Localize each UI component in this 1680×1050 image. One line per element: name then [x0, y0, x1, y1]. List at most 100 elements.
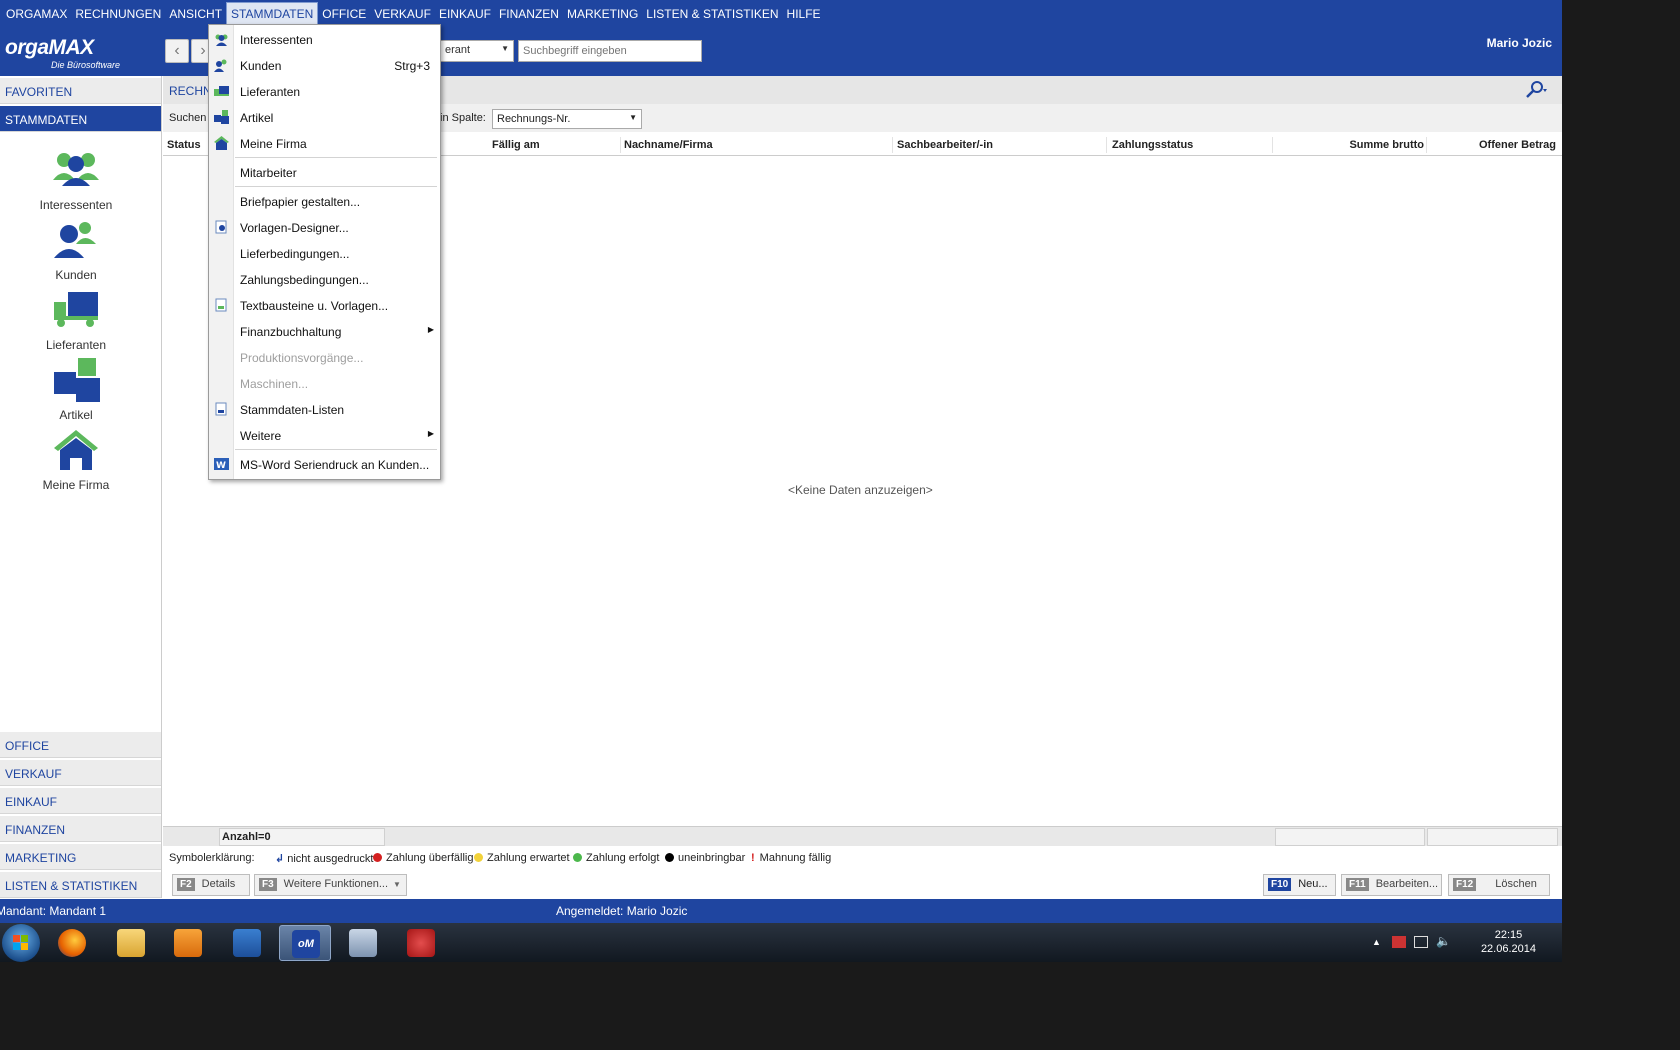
sidebar-section-marketing[interactable]: MARKETING — [0, 844, 161, 870]
more-functions-button[interactable]: F3 Weitere Funktionen... ▼ — [254, 874, 407, 896]
menu-item-zahlungsbedingungen[interactable]: Zahlungsbedingungen... — [209, 266, 440, 292]
search-scope-value: erant — [445, 44, 471, 56]
menu-orgamax[interactable]: ORGAMAX — [2, 3, 71, 25]
sidebar-section-favoriten[interactable]: FAVORITEN — [0, 78, 161, 104]
delete-button[interactable]: F12 Löschen — [1448, 874, 1550, 896]
menu-stammdaten[interactable]: STAMMDATEN — [226, 2, 319, 26]
menu-rechnungen[interactable]: RECHNUNGEN — [71, 3, 165, 25]
sidebar-section-stammdaten[interactable]: STAMMDATEN — [0, 106, 161, 132]
search-input[interactable] — [518, 40, 702, 62]
menu-verkauf[interactable]: VERKAUF — [370, 3, 435, 25]
menu-item-stammdaten-listen[interactable]: Stammdaten-Listen — [209, 396, 440, 422]
calculator-icon — [349, 929, 377, 957]
back-button[interactable]: ‹ — [165, 39, 189, 63]
red-dot-icon — [373, 853, 382, 862]
sidebar-section-einkauf[interactable]: EINKAUF — [0, 788, 161, 814]
column-header-nachname[interactable]: Nachname/Firma — [624, 139, 713, 151]
column-label: in Spalte: — [440, 112, 486, 124]
legend-item: Zahlung überfällig — [373, 852, 473, 864]
taskbar-orgamax[interactable]: oM — [279, 925, 331, 961]
taskbar-firefox[interactable] — [46, 925, 98, 961]
column-header-sachbearbeiter[interactable]: Sachbearbeiter/-in — [897, 139, 993, 151]
menu-finanzen[interactable]: FINANZEN — [495, 3, 563, 25]
column-header-summe-brutto[interactable]: Summe brutto — [1349, 139, 1424, 151]
menu-item-label: Zahlungsbedingungen... — [240, 273, 369, 287]
stammdaten-dropdown-menu: Interessenten Kunden Strg+3 Lieferanten … — [208, 24, 441, 480]
volume-icon[interactable]: 🔈 — [1436, 934, 1451, 948]
sidebar-section-listen-statistiken[interactable]: LISTEN & STATISTIKEN — [0, 872, 161, 898]
button-label: Löschen — [1495, 878, 1537, 890]
menu-item-kunden[interactable]: Kunden Strg+3 — [209, 52, 440, 78]
menu-item-briefpapier[interactable]: Briefpapier gestalten... — [209, 188, 440, 214]
menu-item-produktionsvorgaenge: Produktionsvorgänge... — [209, 344, 440, 370]
shortcut-key: F10 — [1268, 878, 1292, 891]
user-name: Mario Jozic — [1486, 36, 1552, 50]
menu-item-mitarbeiter[interactable]: Mitarbeiter — [209, 159, 440, 185]
blocks-icon — [214, 110, 229, 124]
menu-marketing[interactable]: MARKETING — [563, 3, 642, 25]
truck-icon — [54, 292, 98, 327]
menu-hilfe[interactable]: HILFE — [783, 3, 825, 25]
chevron-down-icon: ▼ — [501, 44, 509, 53]
sidebar-item-label: Meine Firma — [42, 478, 110, 492]
record-count: Anzahl=0 — [219, 828, 385, 846]
menu-item-label: Lieferanten — [240, 85, 301, 99]
legend-label: nicht ausgedruckt — [287, 853, 374, 865]
sidebar-item-kunden[interactable]: Kunden — [0, 218, 161, 288]
status-logged-in: Angemeldet: Mario Jozic — [556, 904, 688, 918]
new-button[interactable]: F10 Neu... — [1263, 874, 1336, 896]
clock-date: 22.06.2014 — [1480, 943, 1536, 955]
sidebar-item-artikel[interactable]: Artikel — [0, 358, 161, 428]
menu-item-artikel[interactable]: Artikel — [209, 104, 440, 130]
taskbar-calculator[interactable] — [337, 925, 389, 961]
people-icon — [215, 34, 228, 46]
footer-sum-box — [1427, 828, 1558, 846]
taskbar-mediaplayer[interactable] — [162, 925, 214, 961]
app-window: ORGAMAX RECHNUNGEN ANSICHT STAMMDATEN OF… — [0, 0, 1562, 962]
menu-einkauf[interactable]: EINKAUF — [435, 3, 495, 25]
menu-item-textbausteine[interactable]: Textbausteine u. Vorlagen... — [209, 292, 440, 318]
taskbar-explorer[interactable] — [105, 925, 157, 961]
sidebar-section-office[interactable]: OFFICE — [0, 732, 161, 758]
menu-item-label: Weitere — [240, 429, 282, 443]
details-button[interactable]: F2 Details — [172, 874, 250, 896]
sidebar-section-finanzen[interactable]: FINANZEN — [0, 816, 161, 842]
action-center-icon[interactable] — [1392, 936, 1406, 948]
taskbar-outlook[interactable] — [221, 925, 273, 961]
sidebar-section-verkauf[interactable]: VERKAUF — [0, 760, 161, 786]
search-scope-select[interactable]: erant ▼ — [440, 40, 514, 62]
taskbar-snipping[interactable] — [395, 925, 447, 961]
menu-office[interactable]: OFFICE — [318, 3, 370, 25]
column-header-status[interactable]: Status — [167, 139, 201, 151]
breadcrumb[interactable]: RECHN — [169, 84, 212, 98]
column-select-value: Rechnungs-Nr. — [497, 113, 571, 125]
menu-item-label: Finanzbuchhaltung — [240, 325, 342, 339]
menu-ansicht[interactable]: ANSICHT — [165, 3, 226, 25]
column-header-offener-betrag[interactable]: Offener Betrag — [1479, 139, 1556, 151]
menu-item-lieferbedingungen[interactable]: Lieferbedingungen... — [209, 240, 440, 266]
sidebar-item-meine-firma[interactable]: Meine Firma — [0, 428, 161, 498]
menu-item-word-serienbrief[interactable]: W MS-Word Seriendruck an Kunden... — [209, 451, 440, 477]
search-options-icon[interactable] — [1524, 80, 1548, 100]
edit-button[interactable]: F11 Bearbeiten... — [1341, 874, 1442, 896]
legend-item: Zahlung erfolgt — [573, 852, 659, 864]
house-icon — [214, 136, 229, 150]
column-header-zahlungsstatus[interactable]: Zahlungsstatus — [1112, 139, 1193, 151]
sidebar-item-interessenten[interactable]: Interessenten — [0, 148, 161, 218]
menu-item-meine-firma[interactable]: Meine Firma — [209, 130, 440, 156]
menu-item-finanzbuchhaltung[interactable]: Finanzbuchhaltung ▶ — [209, 318, 440, 344]
menu-listen-statistiken[interactable]: LISTEN & STATISTIKEN — [642, 3, 782, 25]
menu-item-weitere[interactable]: Weitere ▶ — [209, 422, 440, 448]
network-icon[interactable] — [1414, 936, 1428, 948]
menu-item-vorlagen-designer[interactable]: Vorlagen-Designer... — [209, 214, 440, 240]
clock[interactable]: 22:15 22.06.2014 — [1481, 928, 1536, 956]
column-header-faellig[interactable]: Fällig am — [492, 139, 540, 151]
menu-item-label: Textbausteine u. Vorlagen... — [240, 299, 389, 313]
column-divider — [620, 137, 621, 153]
menu-item-lieferanten[interactable]: Lieferanten — [209, 78, 440, 104]
menu-item-interessenten[interactable]: Interessenten — [209, 26, 440, 52]
start-button[interactable] — [2, 924, 40, 962]
column-select[interactable]: Rechnungs-Nr. ▼ — [492, 109, 642, 129]
sidebar-item-lieferanten[interactable]: Lieferanten — [0, 288, 161, 358]
show-hidden-icons-icon[interactable]: ▲ — [1372, 937, 1386, 949]
